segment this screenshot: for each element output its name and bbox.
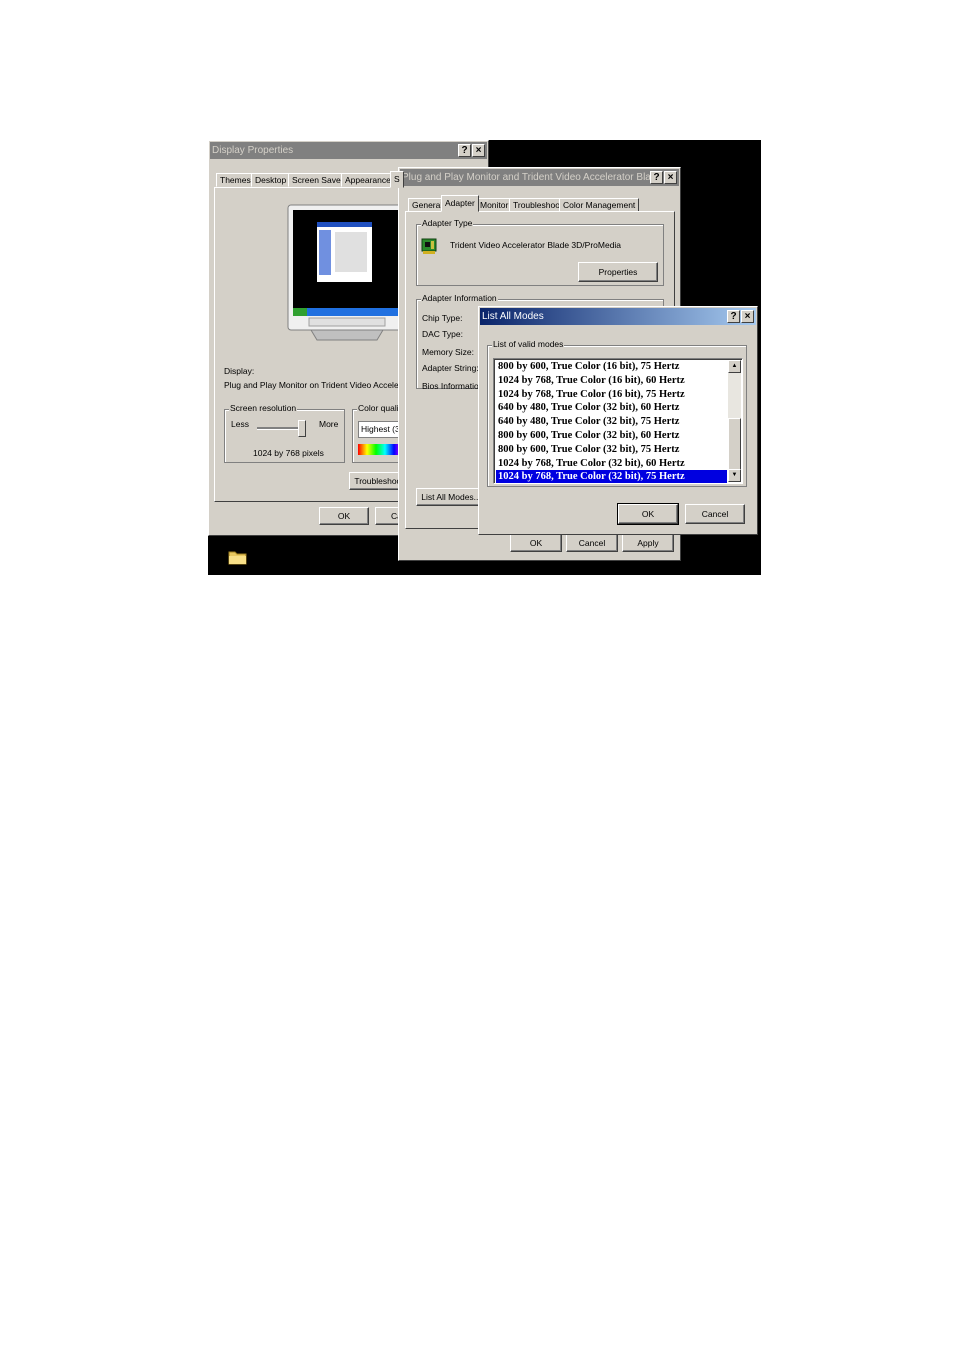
tab-monitor[interactable]: Monitor — [476, 198, 513, 212]
cancel-button[interactable]: Cancel — [685, 504, 745, 524]
valid-modes-label: List of valid modes — [492, 339, 565, 349]
tab-troubleshoot[interactable]: Troubleshoot — [509, 198, 567, 212]
window-title: List All Modes — [482, 311, 544, 322]
display-adapter-icon — [421, 237, 439, 255]
memory-size-label: Memory Size: — [422, 347, 474, 357]
ok-button[interactable]: OK — [617, 503, 679, 525]
cancel-button[interactable]: Cancel — [566, 534, 618, 552]
list-item[interactable]: 1024 by 768, True Color (16 bit), 75 Her… — [496, 388, 727, 402]
tab-adapter[interactable]: Adapter — [441, 195, 479, 212]
scroll-up-arrow-icon[interactable]: ▲ — [728, 360, 741, 373]
list-item[interactable]: 1024 by 768, True Color (32 bit), 75 Her… — [496, 470, 727, 483]
adapter-type-group: Adapter Type Trident Video Accelerator B… — [416, 218, 664, 286]
tab-settings[interactable]: S — [390, 171, 404, 188]
help-button[interactable]: ? — [650, 171, 663, 184]
list-item[interactable]: 800 by 600, True Color (32 bit), 60 Hert… — [496, 429, 727, 443]
ok-button[interactable]: OK — [510, 534, 562, 552]
tab-themes[interactable]: Themes — [216, 173, 255, 187]
adapter-properties-titlebar[interactable]: Plug and Play Monitor and Trident Video … — [400, 169, 679, 186]
display-value: Plug and Play Monitor on Trident Video A… — [224, 380, 399, 390]
close-button[interactable]: × — [741, 310, 754, 323]
list-item[interactable]: 800 by 600, True Color (32 bit), 75 Hert… — [496, 443, 727, 457]
scroll-thumb[interactable] — [728, 418, 741, 470]
list-item[interactable]: 800 by 600, True Color (16 bit), 75 Hert… — [496, 360, 727, 374]
more-label: More — [319, 419, 339, 429]
list-item[interactable]: 1024 by 768, True Color (16 bit), 60 Her… — [496, 374, 727, 388]
tab-appearance[interactable]: Appearance — [341, 173, 395, 187]
resolution-slider-track[interactable] — [257, 427, 303, 430]
display-properties-titlebar[interactable]: Display Properties ? × — [210, 142, 487, 159]
screen-resolution-label: Screen resolution — [229, 403, 298, 413]
screen-resolution-group: Screen resolution Less More 1024 by 768 … — [224, 403, 345, 463]
close-button[interactable]: × — [472, 144, 485, 157]
adapter-information-label: Adapter Information — [421, 293, 498, 303]
help-button[interactable]: ? — [458, 144, 471, 157]
valid-modes-group: List of valid modes 800 by 600, True Col… — [487, 339, 747, 487]
dac-type-label: DAC Type: — [422, 329, 463, 339]
list-all-modes-titlebar[interactable]: List All Modes ? × — [480, 308, 756, 325]
window-title: Display Properties — [212, 145, 294, 156]
tab-screen-saver[interactable]: Screen Saver — [288, 173, 348, 187]
list-item[interactable]: 1024 by 768, True Color (32 bit), 60 Her… — [496, 457, 727, 471]
tab-desktop[interactable]: Desktop — [251, 173, 291, 187]
close-button[interactable]: × — [664, 171, 677, 184]
screenshot-desktop: Display Properties ? × Themes Desktop Sc… — [208, 140, 761, 575]
list-all-modes-button[interactable]: List All Modes... — [416, 488, 486, 506]
chip-type-label: Chip Type: — [422, 313, 463, 323]
list-item[interactable]: 640 by 480, True Color (32 bit), 60 Hert… — [496, 401, 727, 415]
bios-information-label: Bios Information: — [422, 381, 486, 391]
adapter-name: Trident Video Accelerator Blade 3D/ProMe… — [450, 240, 622, 250]
display-label: Display: — [224, 366, 255, 376]
monitor-preview-icon — [287, 204, 407, 344]
color-quality-group: Color quality Highest (32 — [352, 403, 407, 463]
apply-button[interactable]: Apply — [622, 534, 674, 552]
list-item[interactable]: 640 by 480, True Color (32 bit), 75 Hert… — [496, 415, 727, 429]
tab-color-management[interactable]: Color Management — [559, 198, 640, 212]
resolution-slider-thumb[interactable] — [298, 420, 306, 437]
modes-scrollbar[interactable]: ▲ ▼ — [728, 360, 741, 482]
adapter-string-label: Adapter String: — [422, 363, 479, 373]
scroll-down-arrow-icon[interactable]: ▼ — [728, 469, 741, 482]
color-spectrum-bar — [358, 444, 403, 455]
help-button[interactable]: ? — [727, 310, 740, 323]
modes-listbox[interactable]: 800 by 600, True Color (16 bit), 75 Hert… — [493, 358, 743, 484]
properties-button[interactable]: Properties — [578, 262, 658, 282]
modes-list-items: 800 by 600, True Color (16 bit), 75 Hert… — [496, 360, 727, 483]
adapter-type-label: Adapter Type — [421, 218, 474, 228]
ok-button[interactable]: OK — [319, 507, 369, 525]
resolution-value: 1024 by 768 pixels — [253, 448, 324, 458]
list-all-modes-window: List All Modes ? × List of valid modes 8… — [478, 306, 758, 535]
folder-icon[interactable] — [228, 548, 248, 566]
window-title: Plug and Play Monitor and Trident Video … — [402, 172, 651, 183]
less-label: Less — [231, 419, 249, 429]
